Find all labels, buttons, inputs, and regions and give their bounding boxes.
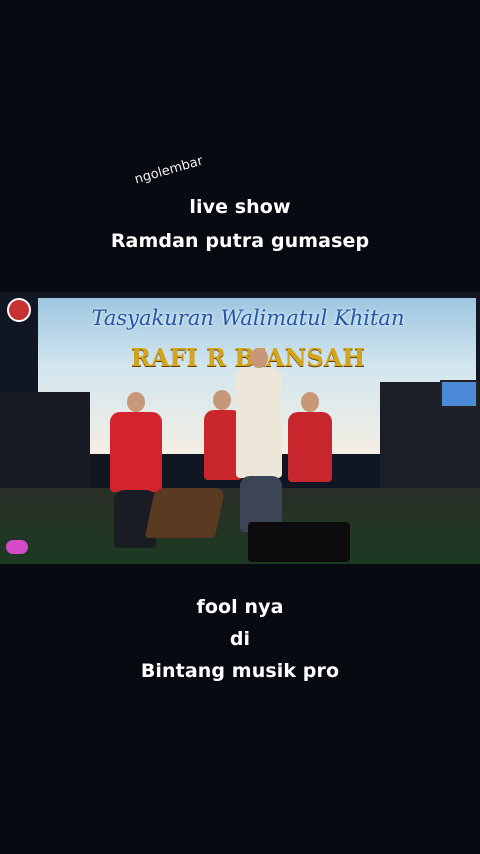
caption-full: fool nya	[196, 596, 284, 618]
video-screen[interactable]: ngolembar live show Ramdan putra gumasep…	[0, 0, 480, 854]
caption-at: di	[229, 628, 251, 650]
singer-white-shirt	[236, 368, 282, 478]
singer-head	[250, 348, 268, 368]
watermark-logo-icon	[6, 540, 28, 554]
performer-boy-head	[127, 392, 145, 412]
username-tag: ngolembar	[133, 153, 205, 188]
caption-performer: Ramdan putra gumasep	[110, 230, 370, 252]
stage-monitor	[248, 522, 350, 562]
angklung-instrument	[144, 488, 226, 538]
performance-video-frame[interactable]: Tasyakuran Walimatul Khitan RAFI R BIANS…	[0, 292, 480, 564]
caption-venue: Bintang musik pro	[140, 660, 340, 682]
camera-screen	[440, 380, 478, 408]
guitarist-head	[301, 392, 319, 412]
musician-guitar	[288, 412, 332, 482]
performer-boy	[110, 412, 162, 492]
banner-title: Tasyakuran Walimatul Khitan	[91, 306, 405, 330]
musician-head	[213, 390, 231, 410]
channel-logo-icon	[7, 298, 31, 322]
caption-live-show: live show	[189, 196, 291, 218]
